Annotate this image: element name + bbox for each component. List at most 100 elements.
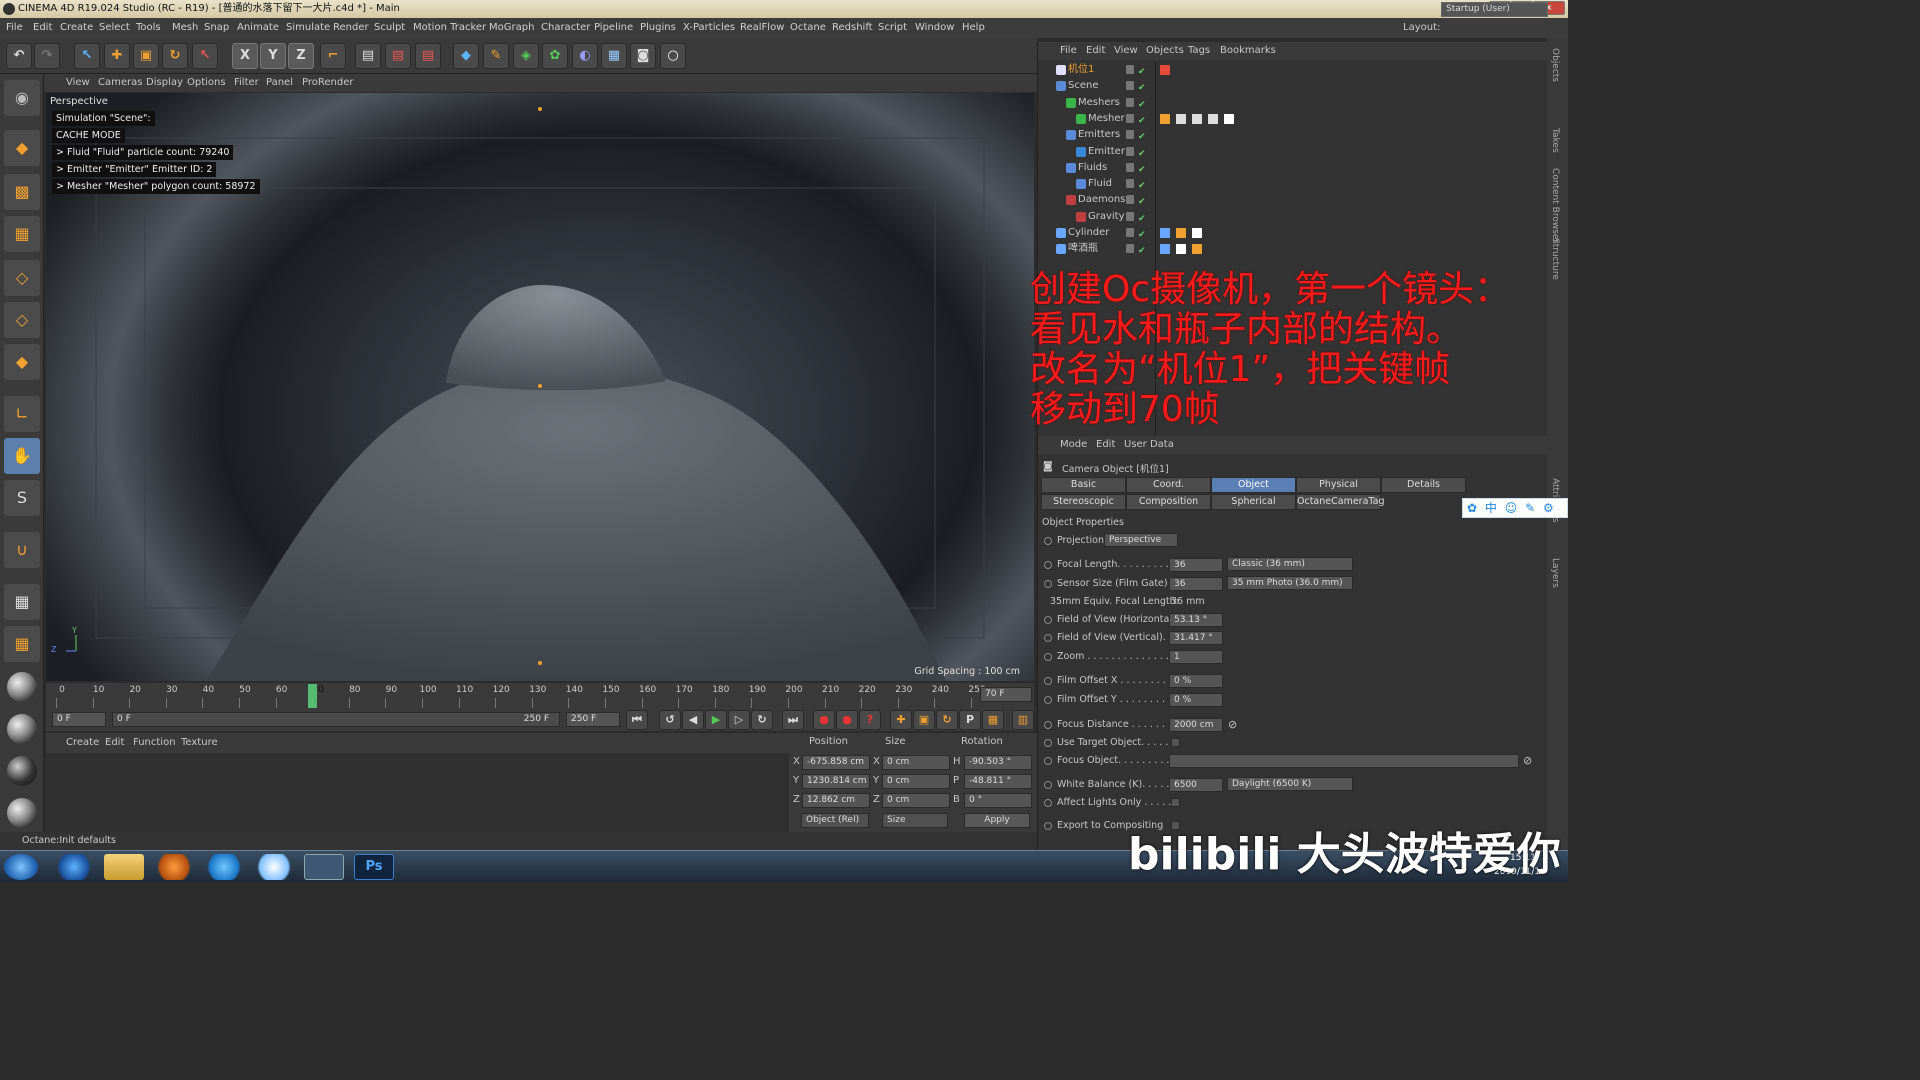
object-tag-icon[interactable] (1160, 65, 1170, 75)
material-menu-edit[interactable]: Edit (105, 733, 124, 753)
end-frame-field[interactable]: 250 F (566, 712, 620, 727)
object-row[interactable]: Fluid ✔ (1038, 176, 1548, 192)
object-row[interactable]: Emitters ✔ (1038, 127, 1548, 143)
object-row[interactable]: Meshers ✔ (1038, 95, 1548, 111)
pen-icon[interactable]: ✎ (1525, 501, 1535, 515)
layer-toggle[interactable] (1126, 81, 1134, 91)
start-button[interactable] (4, 854, 38, 880)
property-field[interactable]: 0 % (1169, 674, 1223, 688)
object-tag-icon[interactable] (1192, 113, 1202, 124)
side-tab-content-browser[interactable]: Content Browser (1550, 168, 1560, 243)
cloner-icon[interactable]: ✿ (542, 43, 568, 69)
object-tag-icon[interactable] (1176, 113, 1186, 124)
side-tab-layers[interactable]: Layers (1550, 558, 1560, 588)
keyframe-selection-icon[interactable]: ? (859, 710, 881, 730)
rotation-field[interactable]: -48.811 ° (964, 774, 1032, 789)
camera-handle-dot[interactable] (538, 661, 542, 665)
layer-toggle[interactable] (1126, 162, 1134, 172)
object-tag-icon[interactable] (1160, 228, 1170, 238)
object-row[interactable]: Daemons ✔ (1038, 192, 1548, 208)
pick-object-icon[interactable]: ⊘ (1523, 752, 1532, 770)
attribute-menu-edit[interactable]: Edit (1096, 436, 1115, 454)
autokey-icon[interactable]: ● (836, 710, 858, 730)
axis-mode-icon[interactable]: ∟ (4, 396, 40, 432)
menu-select[interactable]: Select (99, 18, 130, 38)
viewport-menu-options[interactable]: Options (187, 74, 226, 92)
material-sphere-icon[interactable] (7, 756, 37, 786)
material-menu-create[interactable]: Create (66, 733, 99, 753)
object-menu-edit[interactable]: Edit (1086, 42, 1105, 60)
object-tag-icon[interactable] (1176, 228, 1186, 238)
object-menu-view[interactable]: View (1114, 42, 1138, 60)
solo-icon[interactable]: S (4, 480, 40, 516)
animation-keyframe-toggle[interactable] (1044, 561, 1052, 569)
object-row[interactable]: Mesher ✔ (1038, 111, 1548, 127)
rotate-icon[interactable]: ↻ (162, 43, 188, 69)
menu-tools[interactable]: Tools (136, 18, 161, 38)
layer-toggle[interactable] (1126, 211, 1134, 221)
emoji-icon[interactable]: ☺ (1505, 501, 1518, 515)
side-tab-takes[interactable]: Takes (1550, 128, 1560, 153)
model-mode-icon[interactable]: ◆ (4, 130, 40, 166)
material-sphere-icon[interactable] (7, 714, 37, 744)
texture-mode-icon[interactable]: ▩ (4, 174, 40, 210)
object-row[interactable]: Fluids ✔ (1038, 160, 1548, 176)
snap-icon[interactable]: ∪ (4, 532, 40, 568)
pick-distance-icon[interactable]: ⊘ (1228, 716, 1237, 734)
camera-handle-dot[interactable] (538, 107, 542, 111)
go-to-end-icon[interactable]: ⏭ (782, 710, 804, 730)
camera-handle-dot[interactable] (538, 384, 542, 388)
menu-mesh[interactable]: Mesh (172, 18, 198, 38)
object-row[interactable]: Cylinder ✔ (1038, 225, 1548, 241)
property-field[interactable]: 6500 (1169, 778, 1223, 792)
menu-help[interactable]: Help (962, 18, 985, 38)
animation-keyframe-toggle[interactable] (1044, 822, 1052, 830)
material-menu-texture[interactable]: Texture (181, 733, 218, 753)
polygons-mode-icon[interactable]: ◆ (4, 344, 40, 380)
perspective-viewport[interactable]: Perspective Simulation "Scene": CACHE MOD… (46, 93, 1034, 681)
object-menu-bookmarks[interactable]: Bookmarks (1220, 42, 1276, 60)
render-settings-icon[interactable]: ▤ (415, 43, 441, 69)
property-field[interactable]: 31.417 ° (1169, 631, 1223, 645)
layer-toggle[interactable] (1126, 195, 1134, 205)
size-mode-select[interactable]: Size (882, 813, 948, 828)
viewport-menu-prorender[interactable]: ProRender (302, 74, 353, 92)
record-icon[interactable]: ● (813, 710, 835, 730)
gear-icon[interactable]: ⚙ (1543, 501, 1554, 515)
menu-character[interactable]: Character (541, 18, 590, 38)
recent-tool-icon[interactable]: ↖ (192, 43, 218, 69)
media-player-icon[interactable] (154, 854, 194, 880)
current-frame-field[interactable]: 0 F (52, 712, 106, 727)
object-tag-icon[interactable] (1224, 113, 1234, 124)
object-tag-icon[interactable] (1160, 113, 1170, 124)
browser-icon[interactable] (204, 854, 244, 880)
object-menu-tags[interactable]: Tags (1188, 42, 1210, 60)
menu-script[interactable]: Script (878, 18, 907, 38)
ime-toolbar[interactable]: ✿ 中 ☺ ✎ ⚙ (1462, 498, 1568, 518)
animation-keyframe-toggle[interactable] (1044, 739, 1052, 747)
animation-keyframe-toggle[interactable] (1044, 799, 1052, 807)
viewport-menu-filter[interactable]: Filter (234, 74, 259, 92)
size-field[interactable]: 0 cm (882, 755, 950, 770)
menu-redshift[interactable]: Redshift (832, 18, 873, 38)
key-position-icon[interactable]: ✚ (890, 710, 912, 730)
object-tag-icon[interactable] (1160, 244, 1170, 255)
property-field[interactable]: 36 (1169, 558, 1223, 572)
size-field[interactable]: 0 cm (882, 774, 950, 789)
object-tag-icon[interactable] (1208, 113, 1218, 124)
make-editable-icon[interactable]: ◉ (4, 80, 40, 116)
key-parameter-icon[interactable]: P (959, 710, 981, 730)
position-field[interactable]: -675.858 cm (802, 755, 870, 770)
object-row[interactable]: Scene ✔ (1038, 78, 1548, 94)
property-checkbox[interactable] (1171, 738, 1180, 747)
object-row[interactable]: 啤酒瓶 ✔ (1038, 241, 1548, 257)
next-frame-icon[interactable]: ▷ (728, 710, 750, 730)
play-icon[interactable]: ▶ (705, 710, 727, 730)
viewport-menu-display[interactable]: Display (146, 74, 183, 92)
next-key-icon[interactable]: ↻ (751, 710, 773, 730)
deformer-icon[interactable]: ◐ (572, 43, 598, 69)
size-field[interactable]: 0 cm (882, 793, 950, 808)
layer-toggle[interactable] (1126, 228, 1134, 237)
object-row[interactable]: Gravity ✔ (1038, 209, 1548, 225)
layer-toggle[interactable] (1126, 179, 1134, 189)
